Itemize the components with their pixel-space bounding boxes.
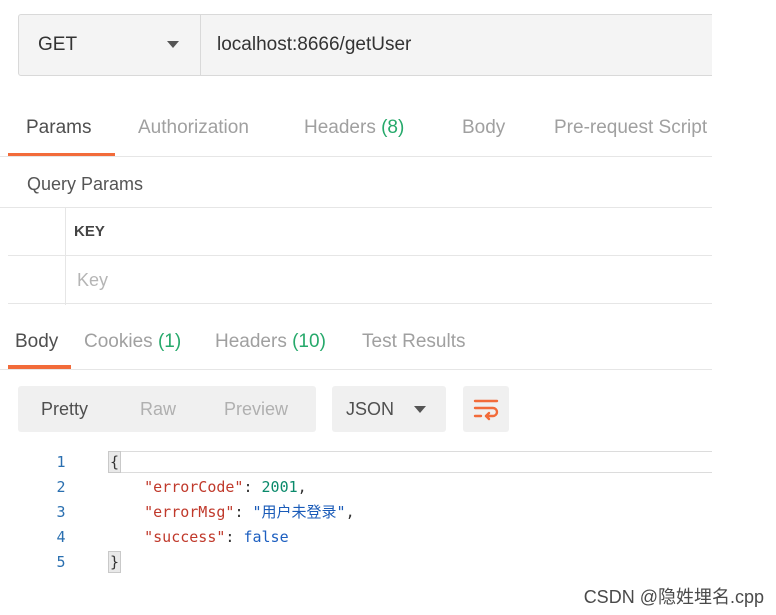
code-line: 1 {	[0, 450, 712, 475]
json-value: 2001	[261, 478, 298, 496]
line-number: 1	[56, 453, 66, 471]
view-preview-button[interactable]: Preview	[224, 386, 288, 432]
code-line: 2 "errorCode": 2001,	[0, 475, 712, 500]
request-tabs: Params Authorization Headers (8) Body Pr…	[8, 100, 712, 156]
url-bar: GET localhost:8666/getUser	[18, 14, 712, 76]
tab-authorization[interactable]: Authorization	[138, 100, 249, 156]
postman-panel: GET localhost:8666/getUser Params Author…	[0, 0, 712, 592]
table-row: Key	[8, 256, 712, 304]
response-tab-test-results[interactable]: Test Results	[362, 314, 465, 370]
cookies-count: (1)	[157, 331, 182, 352]
open-brace: {	[108, 451, 122, 473]
chevron-down-icon	[414, 406, 426, 413]
chevron-down-icon	[167, 41, 179, 48]
row-gutter	[65, 208, 66, 305]
divider	[0, 369, 712, 370]
tab-headers[interactable]: Headers (8)	[304, 100, 404, 156]
format-label: JSON	[346, 399, 395, 419]
line-number: 3	[56, 503, 66, 521]
code-line: 5 }	[0, 550, 712, 575]
line-number: 4	[56, 528, 66, 546]
headers-count: (8)	[381, 117, 405, 138]
response-tab-cookies[interactable]: Cookies (1)	[84, 314, 181, 370]
tab-body[interactable]: Body	[462, 100, 505, 156]
code-line: 4 "success": false	[0, 525, 712, 550]
json-key: "success"	[144, 528, 226, 546]
wrap-lines-icon	[473, 399, 499, 421]
watermark: CSDN @隐姓埋名.cpp	[583, 587, 764, 607]
url-input[interactable]: localhost:8666/getUser	[217, 15, 411, 75]
response-tab-body[interactable]: Body	[15, 314, 58, 370]
json-key: "errorMsg"	[144, 503, 235, 521]
view-raw-button[interactable]: Raw	[140, 386, 176, 432]
view-pretty-button[interactable]: Pretty	[41, 386, 88, 432]
current-line-highlight	[108, 451, 712, 473]
response-headers-count: (10)	[292, 331, 326, 352]
tab-params[interactable]: Params	[26, 100, 91, 156]
key-input[interactable]: Key	[77, 256, 108, 304]
json-value: false	[243, 528, 289, 546]
format-select[interactable]: JSON	[332, 386, 446, 432]
response-body-code[interactable]: 1 { 2 "errorCode": 2001, 3 "errorMsg": "…	[0, 450, 712, 576]
line-number: 5	[56, 553, 66, 571]
tab-pre-request-script[interactable]: Pre-request Script	[554, 100, 707, 156]
column-key: KEY	[74, 223, 105, 240]
json-key: "errorCode"	[144, 478, 244, 496]
json-value: "用户未登录"	[252, 503, 346, 521]
response-tab-headers[interactable]: Headers (10)	[215, 314, 326, 370]
divider	[0, 156, 712, 157]
wrap-lines-button[interactable]	[463, 386, 509, 432]
method-label: GET	[38, 34, 78, 55]
query-params-table: KEY Key	[8, 208, 712, 305]
view-mode-group: Pretty Raw Preview	[18, 386, 316, 432]
code-line: 3 "errorMsg": "用户未登录",	[0, 500, 712, 525]
table-header-row: KEY	[8, 208, 712, 256]
method-select[interactable]: GET	[19, 15, 201, 75]
line-number: 2	[56, 478, 66, 496]
close-brace: }	[108, 551, 122, 573]
query-params-title: Query Params	[27, 174, 144, 194]
